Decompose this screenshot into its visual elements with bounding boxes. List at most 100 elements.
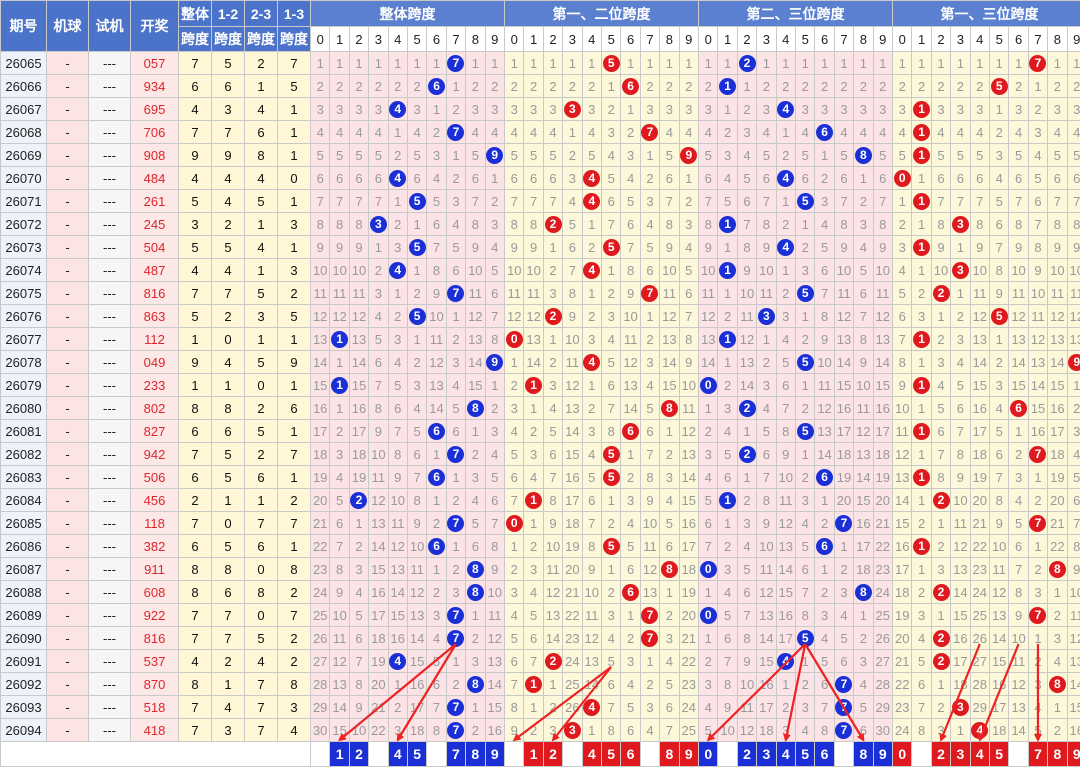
digit-header[interactable]: 0 [309,26,331,52]
forecast-digit[interactable]: 2 [542,741,564,767]
digit-header[interactable]: 9 [872,26,894,52]
digit-header[interactable]: 7 [639,26,661,52]
table-row[interactable]: 26066- --- 934 6 6 1 5 2 2 2 2 2 2 6 1 2 2 2 2 2 2 2 1 6 2 2 2 2 1 1 2… [0,74,1080,98]
forecast-empty[interactable] [911,741,932,767]
forecast-digit[interactable]: 3 [950,741,971,767]
digit-header[interactable]: 8 [853,26,874,52]
forecast-digit[interactable]: 6 [620,741,641,767]
digit-header[interactable]: 2 [348,26,370,52]
table-row[interactable]: 26090- --- 816 7 7 5 2 26 11 6 18 16 14 4 7 2 12 5 6 14 23 12… [0,626,1080,650]
forecast-digit[interactable]: 9 [484,741,506,767]
digit-header[interactable]: 5 [988,26,1010,52]
digit-header[interactable]: 1 [911,26,932,52]
digit-header[interactable]: 7 [833,26,855,52]
forecast-empty[interactable] [368,741,389,767]
digit-header[interactable]: 5 [406,26,428,52]
col-header-13-span-bottom[interactable]: 跨度 [277,26,311,52]
table-row[interactable]: 26083- --- 506 6 5 6 1 19 4 19 11 9 7 6 1 3 5 6 4 7 16 5 5 2 8 3 1… [0,465,1080,489]
table-row[interactable]: 26072- --- 245 3 2 1 3 8 8 8 3 2 1 6 4 8 3 8 8 2 5 1 7 6 4 8 3 8 1 7 8… [0,212,1080,236]
col-header-23-span-top[interactable]: 2-3 [244,0,278,27]
table-row[interactable]: 26092- --- 870 8 1 7 8 28 13 8 20 1 16 6 2 8 14 7 1 1 25 14 6 4… [0,672,1080,696]
digit-header[interactable]: 2 [736,26,758,52]
digit-header[interactable]: 2 [542,26,564,52]
digit-header[interactable]: 8 [465,26,486,52]
digit-header[interactable]: 1 [523,26,544,52]
table-row[interactable]: 26084- --- 456 2 1 1 2 20 5 2 12 10 8 1 2 4 6 7 1 8 17 6 1 3 9 4 1… [0,488,1080,512]
forecast-empty[interactable] [426,741,447,767]
table-row[interactable]: 26085- --- 118 7 0 7 7 21 6 1 13 11 9 2 7 5 7 0 1 9 18 7 2 4 10 5… [0,511,1080,535]
digit-header[interactable]: 9 [484,26,506,52]
forecast-digit[interactable]: 5 [600,741,622,767]
forecast-digit[interactable]: 6 [814,741,835,767]
digit-header[interactable]: 6 [1008,26,1029,52]
digit-header[interactable]: 8 [659,26,680,52]
col-header-overall-span-top[interactable]: 整体 [178,0,212,27]
forecast-digit[interactable]: 8 [659,741,680,767]
table-row[interactable]: 26081- --- 827 6 6 5 1 17 2 17 9 7 5 6 6 1 3 4 2 5 14 3 8 6 6 1 12… [0,419,1080,443]
forecast-digit[interactable]: 8 [465,741,486,767]
table-row[interactable]: 26086- --- 382 6 5 6 1 22 7 2 14 12 10 6 1 6 8 1 2 10 19 8 5 5 1… [0,534,1080,558]
forecast-digit[interactable]: 4 [581,741,602,767]
forecast-digit[interactable]: 4 [387,741,408,767]
forecast-digit[interactable]: 5 [794,741,816,767]
col-header-machine-ball[interactable]: 机球 [46,0,89,52]
col-header-draw[interactable]: 开奖 [130,0,179,52]
digit-header[interactable]: 5 [600,26,622,52]
forecast-digit[interactable]: 5 [406,741,428,767]
forecast-digit[interactable]: 0 [698,741,719,767]
table-row[interactable]: 26075- --- 816 7 7 5 2 11 11 11 3 1 2 9 7 11 6 11 11 3 8 1 2 9 7… [0,281,1080,305]
forecast-digit[interactable]: 8 [853,741,874,767]
table-row[interactable]: 26076- --- 863 5 2 3 5 12 12 12 4 2 5 10 1 12 7 12 12 2 9 2 3 1… [0,304,1080,328]
digit-header[interactable]: 8 [1047,26,1068,52]
digit-header[interactable]: 6 [426,26,447,52]
table-row[interactable]: 26088- --- 608 8 6 8 2 24 9 4 16 14 12 2 3 8 10 3 4 12 21 10 2… [0,580,1080,604]
col-header-overall-span-bottom[interactable]: 跨度 [178,26,212,52]
col-header-23-span-bottom[interactable]: 跨度 [244,26,278,52]
table-row[interactable]: 26074- --- 487 4 4 1 3 10 10 10 2 4 1 8 6 10 5 10 10 2 7 4 1 8 6… [0,258,1080,282]
forecast-digit[interactable]: 1 [523,741,544,767]
digit-header[interactable]: 1 [717,26,738,52]
col-header-trial[interactable]: 试机 [88,0,131,52]
forecast-digit[interactable]: 4 [969,741,990,767]
digit-header[interactable]: 3 [562,26,583,52]
table-row[interactable]: 26079- --- 233 1 1 0 1 15 1 15 7 5 3 13 4 15 1 2 1 3 12 1 6 13 4… [0,373,1080,397]
table-row[interactable]: 26094- --- 418 7 3 7 4 30 15 10 22 3 18 8 7 2 16 9 2 3 3 1 8 6 4… [0,718,1080,742]
section-header-pos12[interactable]: 第一、二位跨度 [504,0,700,27]
forecast-digit[interactable]: 9 [678,741,700,767]
table-row[interactable]: 26067- --- 695 4 3 4 1 3 3 3 3 4 3 1 2 3 3 3 3 3 3 3 2 1 3 3 3 3 1 2 3… [0,97,1080,121]
forecast-empty[interactable] [639,741,661,767]
col-header-12-span-top[interactable]: 1-2 [211,0,245,27]
forecast-empty[interactable] [717,741,738,767]
forecast-digit[interactable]: 7 [1027,741,1049,767]
forecast-empty[interactable] [562,741,583,767]
forecast-digit[interactable]: 2 [736,741,758,767]
table-row[interactable]: 26073- --- 504 5 5 4 1 9 9 9 1 3 5 7 5 9 4 9 9 1 6 2 5 7 5 9 4 9 1 8 9… [0,235,1080,259]
table-row[interactable]: 26065- --- 057 7 5 2 7 1 1 1 1 1 1 1 7 1 1 1 1 1 1 1 5 1 1 1 1 1 1 2 1… [0,51,1080,75]
section-header-pos13[interactable]: 第一、三位跨度 [892,0,1080,27]
table-row[interactable]: 26080- --- 802 8 8 2 6 16 1 16 8 6 4 14 5 8 2 3 1 4 13 2 7 14 5 8… [0,396,1080,420]
forecast-digit[interactable]: 2 [930,741,952,767]
forecast-digit[interactable]: 1 [329,741,350,767]
table-row[interactable]: 26089- --- 922 7 7 0 7 25 10 5 17 15 13 3 7 1 11 4 5 13 22 11… [0,603,1080,627]
digit-header[interactable]: 0 [504,26,525,52]
forecast-digit[interactable]: 4 [775,741,796,767]
digit-header[interactable]: 0 [892,26,913,52]
forecast-digit[interactable]: 5 [988,741,1010,767]
col-header-12-span-bottom[interactable]: 跨度 [211,26,245,52]
digit-header[interactable]: 7 [1027,26,1049,52]
digit-header[interactable]: 4 [581,26,602,52]
forecast-digit[interactable]: 9 [1066,741,1080,767]
table-row[interactable]: 26071- --- 261 5 4 5 1 7 7 7 7 1 5 5 3 7 2 7 7 7 4 4 6 5 3 7 2 7 5 6 7… [0,189,1080,213]
forecast-empty[interactable] [1008,741,1029,767]
digit-header[interactable]: 3 [756,26,777,52]
table-row[interactable]: 26070- --- 484 4 4 4 0 6 6 6 6 4 6 4 2 6 1 6 6 6 3 4 5 4 2 6 1 6 4 5 6… [0,166,1080,190]
digit-header[interactable]: 5 [794,26,816,52]
table-row[interactable]: 26077- --- 112 1 0 1 1 13 1 13 5 3 1 11 2 13 8 0 13 1 10 3 4 11… [0,327,1080,351]
table-row[interactable]: 26091- --- 537 4 2 4 2 27 12 7 19 4 15 5 1 3 13 6 7 2 24 13 5 3… [0,649,1080,673]
digit-header[interactable]: 2 [930,26,952,52]
table-row[interactable]: 26068- --- 706 7 7 6 1 4 4 4 4 1 4 2 7 4 4 4 4 4 1 4 3 2 7 4 4 4 2 3 4… [0,120,1080,144]
forecast-digit[interactable]: 2 [348,741,370,767]
forecast-digit[interactable]: 7 [445,741,467,767]
forecast-digit[interactable]: 9 [872,741,894,767]
digit-header[interactable]: 4 [775,26,796,52]
